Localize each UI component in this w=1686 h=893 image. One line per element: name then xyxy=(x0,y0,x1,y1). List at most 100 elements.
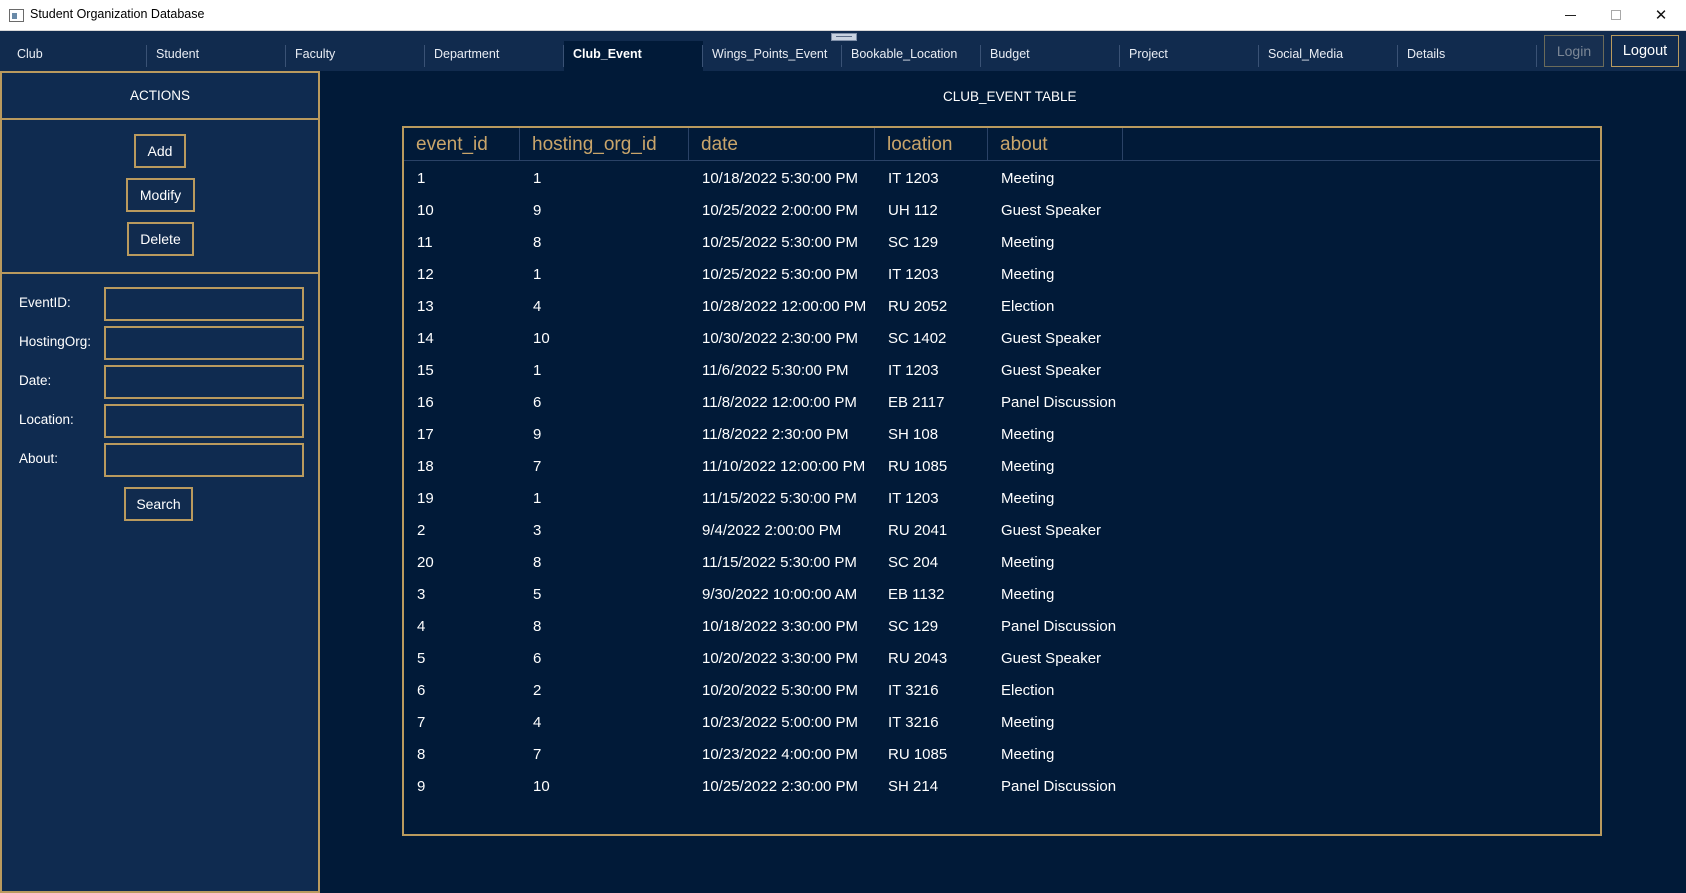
date-cell: 10/23/2022 5:00:00 PM xyxy=(702,714,858,731)
about-cell: Panel Discussion xyxy=(1001,618,1117,635)
tab-project[interactable]: Project xyxy=(1120,41,1259,71)
event-id-row: EventID: xyxy=(19,287,309,321)
table-row[interactable]: 9 10 10/25/2022 2:30:00 PM SH 214 Panel Disc… xyxy=(404,771,1600,803)
tab-social-media[interactable]: Social_Media xyxy=(1259,41,1398,71)
close-icon: ✕ xyxy=(1654,6,1668,24)
hosting-org-id-cell: 1 xyxy=(533,170,542,187)
event-id-cell: 1 xyxy=(417,170,426,187)
table-row[interactable]: 1 1 10/18/2022 5:30:00 PM IT 1203 Meeting xyxy=(404,163,1600,195)
about-cell: Meeting xyxy=(1001,170,1055,187)
table-row[interactable]: 20 8 11/15/2022 5:30:00 PM SC 204 Meeting xyxy=(404,547,1600,579)
table-title: CLUB_EVENT TABLE xyxy=(943,89,1077,104)
table-row[interactable]: 7 4 10/23/2022 5:00:00 PM IT 3216 Meeting xyxy=(404,707,1600,739)
about-cell: Meeting xyxy=(1001,490,1055,507)
event-id-label: EventID: xyxy=(19,295,71,310)
minimize-button[interactable] xyxy=(1548,0,1594,31)
date-cell: 9/30/2022 10:00:00 AM xyxy=(702,586,858,603)
event-id-cell: 5 xyxy=(417,650,426,667)
event-id-cell: 10 xyxy=(417,202,434,219)
drag-grip-icon[interactable] xyxy=(831,33,857,41)
about-cell: Election xyxy=(1001,298,1055,315)
about-input[interactable] xyxy=(104,443,304,477)
actions-header: ACTIONS xyxy=(2,73,318,120)
date-cell: 10/30/2022 2:30:00 PM xyxy=(702,330,858,347)
table-row[interactable]: 16 6 11/8/2022 12:00:00 PM EB 2117 Panel Dis… xyxy=(404,387,1600,419)
hosting-org-id-cell: 2 xyxy=(533,682,542,699)
table-row[interactable]: 4 8 10/18/2022 3:30:00 PM SC 129 Panel Discu… xyxy=(404,611,1600,643)
location-input[interactable] xyxy=(104,404,304,438)
logout-button[interactable]: Logout xyxy=(1611,35,1679,67)
hosting-org-id-cell: 6 xyxy=(533,650,542,667)
table-row[interactable]: 18 7 11/10/2022 12:00:00 PM RU 1085 Meeting xyxy=(404,451,1600,483)
maximize-button[interactable] xyxy=(1593,0,1639,31)
add-button[interactable]: Add xyxy=(134,134,186,168)
column-header-location[interactable]: location xyxy=(875,128,988,161)
table-row[interactable]: 5 6 10/20/2022 3:30:00 PM RU 2043 Guest Spea… xyxy=(404,643,1600,675)
tab-club[interactable]: Club xyxy=(8,41,147,71)
table-row[interactable]: 12 1 10/25/2022 5:30:00 PM IT 1203 Meeting xyxy=(404,259,1600,291)
event-id-cell: 13 xyxy=(417,298,434,315)
date-row: Date: xyxy=(19,365,309,399)
date-cell: 10/18/2022 5:30:00 PM xyxy=(702,170,858,187)
hosting-org-id-cell: 5 xyxy=(533,586,542,603)
maximize-icon xyxy=(1611,10,1621,20)
event-id-cell: 8 xyxy=(417,746,426,763)
login-button[interactable]: Login xyxy=(1544,35,1604,67)
about-cell: Panel Discussion xyxy=(1001,394,1117,411)
table-row[interactable]: 6 2 10/20/2022 5:30:00 PM IT 3216 Election xyxy=(404,675,1600,707)
table-row[interactable]: 17 9 11/8/2022 2:30:00 PM SH 108 Meeting xyxy=(404,419,1600,451)
date-cell: 11/6/2022 5:30:00 PM xyxy=(702,362,849,379)
table-row[interactable]: 13 4 10/28/2022 12:00:00 PM RU 2052 Election xyxy=(404,291,1600,323)
tab-details[interactable]: Details xyxy=(1398,41,1537,71)
table-row[interactable]: 19 1 11/15/2022 5:30:00 PM IT 1203 Meeting xyxy=(404,483,1600,515)
hosting-org-id-cell: 3 xyxy=(533,522,542,539)
hosting-org-id-cell: 8 xyxy=(533,234,542,251)
about-cell: Meeting xyxy=(1001,426,1055,443)
location-cell: SH 108 xyxy=(888,426,939,443)
search-button[interactable]: Search xyxy=(124,487,193,521)
table-row[interactable]: 14 10 10/30/2022 2:30:00 PM SC 1402 Guest Sp… xyxy=(404,323,1600,355)
event-id-input[interactable] xyxy=(104,287,304,321)
table-row[interactable]: 10 9 10/25/2022 2:00:00 PM UH 112 Guest Spea… xyxy=(404,195,1600,227)
tab-club-event[interactable]: Club_Event xyxy=(564,41,703,71)
table-row[interactable]: 2 3 9/4/2022 2:00:00 PM RU 2041 Guest Speake… xyxy=(404,515,1600,547)
location-cell: RU 2043 xyxy=(888,650,948,667)
date-cell: 10/20/2022 5:30:00 PM xyxy=(702,682,858,699)
event-id-cell: 11 xyxy=(417,234,433,251)
table-row[interactable]: 3 5 9/30/2022 10:00:00 AM EB 1132 Meeting xyxy=(404,579,1600,611)
event-id-cell: 6 xyxy=(417,682,426,699)
column-header-date[interactable]: date xyxy=(689,128,875,161)
column-header-about[interactable]: about xyxy=(988,128,1123,161)
about-cell: Guest Speaker xyxy=(1001,522,1102,539)
column-header-event-id[interactable]: event_id xyxy=(404,128,520,161)
date-cell: 11/10/2022 12:00:00 PM xyxy=(702,458,866,475)
tab-budget[interactable]: Budget xyxy=(981,41,1120,71)
delete-button[interactable]: Delete xyxy=(127,222,194,256)
column-header-hosting-org-id[interactable]: hosting_org_id xyxy=(520,128,689,161)
date-cell: 10/25/2022 5:30:00 PM xyxy=(702,266,858,283)
table-row[interactable]: 15 1 11/6/2022 5:30:00 PM IT 1203 Guest Spea… xyxy=(404,355,1600,387)
date-cell: 11/15/2022 5:30:00 PM xyxy=(702,554,857,571)
hosting-org-id-cell: 1 xyxy=(533,362,542,379)
about-cell: Election xyxy=(1001,682,1055,699)
tab-student[interactable]: Student xyxy=(147,41,286,71)
tab-department[interactable]: Department xyxy=(425,41,564,71)
about-cell: Guest Speaker xyxy=(1001,330,1102,347)
date-cell: 9/4/2022 2:00:00 PM xyxy=(702,522,842,539)
hosting-org-id-cell: 9 xyxy=(533,202,542,219)
date-input[interactable] xyxy=(104,365,304,399)
event-id-cell: 17 xyxy=(417,426,434,443)
club-event-table[interactable]: event_id hosting_org_id date location ab… xyxy=(402,126,1602,836)
tab-wings-points-event[interactable]: Wings_Points_Event xyxy=(703,41,842,71)
hosting-org-id-cell: 8 xyxy=(533,618,542,635)
modify-button[interactable]: Modify xyxy=(126,178,195,212)
hosting-org-id-cell: 7 xyxy=(533,458,542,475)
tab-bookable-location[interactable]: Bookable_Location xyxy=(842,41,981,71)
tab-faculty[interactable]: Faculty xyxy=(286,41,425,71)
date-cell: 10/25/2022 2:30:00 PM xyxy=(702,778,858,795)
minimize-icon xyxy=(1565,15,1576,16)
close-button[interactable]: ✕ xyxy=(1638,0,1684,31)
table-row[interactable]: 11 8 10/25/2022 5:30:00 PM SC 129 Meeting xyxy=(404,227,1600,259)
hosting-org-input[interactable] xyxy=(104,326,304,360)
table-row[interactable]: 8 7 10/23/2022 4:00:00 PM RU 1085 Meeting xyxy=(404,739,1600,771)
